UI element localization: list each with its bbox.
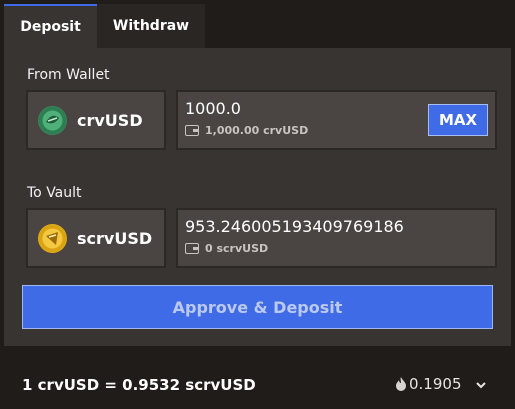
from-token-selector[interactable]: crvUSD: [26, 90, 166, 150]
to-balance-text: 0 scrvUSD: [205, 242, 269, 255]
to-token-display: scrvUSD: [26, 208, 166, 268]
tab-withdraw[interactable]: Withdraw: [97, 4, 205, 48]
chevron-down-icon[interactable]: [474, 378, 488, 392]
max-button[interactable]: MAX: [428, 104, 488, 136]
scrvusd-token-icon: [38, 223, 67, 253]
tab-deposit[interactable]: Deposit: [4, 4, 97, 48]
tab-bar: Deposit Withdraw: [4, 4, 205, 48]
wallet-icon: [185, 125, 199, 136]
from-balance: 1,000.00 crvUSD: [185, 124, 308, 137]
crvusd-token-icon: [38, 105, 67, 135]
approve-deposit-button[interactable]: Approve & Deposit: [22, 285, 493, 329]
to-amount-value: 953.246005193409769186: [185, 217, 404, 236]
from-amount-value[interactable]: 1000.0: [185, 99, 241, 118]
to-balance: 0 scrvUSD: [185, 242, 268, 255]
to-vault-label: To Vault: [27, 185, 82, 201]
fire-icon: [396, 377, 406, 391]
from-balance-text: 1,000.00 crvUSD: [205, 124, 309, 137]
exchange-rate: 1 crvUSD = 0.9532 scrvUSD: [22, 376, 256, 394]
apy-value: 0.1905: [409, 375, 462, 393]
wallet-icon: [185, 243, 199, 254]
to-token-symbol: scrvUSD: [77, 228, 153, 248]
from-wallet-label: From Wallet: [27, 67, 110, 83]
from-amount-field[interactable]: 1000.0 1,000.00 crvUSD MAX: [176, 90, 497, 150]
to-amount-field: 953.246005193409769186 0 scrvUSD: [176, 208, 497, 268]
apy-display: 0.1905: [395, 375, 462, 393]
from-token-symbol: crvUSD: [77, 110, 143, 130]
